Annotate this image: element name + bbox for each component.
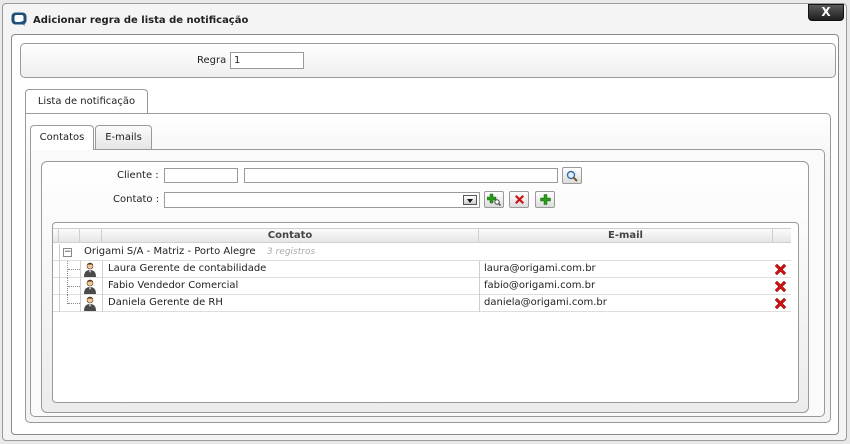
column-header-email[interactable]: E-mail: [479, 229, 773, 243]
grid-divider: [59, 244, 60, 261]
regra-label: Regra: [197, 55, 227, 66]
tab-lista-de-notificacao[interactable]: Lista de notificação: [25, 89, 148, 114]
tab-emails[interactable]: E-mails: [95, 125, 152, 150]
person-icon: [84, 279, 96, 294]
grid-divider: [102, 295, 103, 312]
contact-email: daniela@origami.com.br: [484, 297, 607, 308]
chevron-down-icon[interactable]: [463, 195, 477, 205]
main-panel: Regra 1 Lista de notificação Contatos E-…: [11, 34, 839, 435]
person-icon: [84, 296, 96, 311]
add-search-contato-button[interactable]: [484, 191, 504, 208]
delete-icon[interactable]: [774, 297, 787, 310]
grid-divider: [80, 261, 81, 278]
dialog-window: Adicionar regra de lista de notificação …: [2, 3, 847, 441]
delete-icon[interactable]: [774, 263, 787, 276]
tree-line: [68, 286, 80, 287]
grid-divider: [479, 278, 480, 295]
contatos-panel: Cliente : Contato : Contato E-mail − Ori…: [30, 149, 825, 417]
contact-email: fabio@origami.com.br: [484, 280, 596, 291]
add-contato-button[interactable]: [535, 191, 555, 208]
grid-divider: [80, 278, 81, 295]
table-row[interactable]: Daniela Gerente de RH daniela@origami.co…: [53, 295, 791, 312]
plus-icon: [539, 194, 551, 205]
group-name: Origami S/A - Matriz - Porto Alegre: [84, 246, 256, 257]
contact-name: Laura Gerente de contabilidade: [108, 263, 267, 274]
grid-divider: [80, 295, 81, 312]
cliente-code-input[interactable]: [164, 168, 238, 183]
cliente-label: Cliente :: [117, 170, 159, 181]
group-row[interactable]: − Origami S/A - Matriz - Porto Alegre 3 …: [53, 244, 791, 261]
contatos-form: Cliente : Contato : Contato E-mail − Ori…: [41, 161, 809, 413]
grid-divider: [59, 278, 60, 295]
table-row[interactable]: Fabio Vendedor Comercial fabio@origami.c…: [53, 278, 791, 295]
column-header-contato[interactable]: Contato: [102, 229, 479, 243]
remove-contato-button[interactable]: [509, 191, 529, 208]
title-bar: Adicionar regra de lista de notificação …: [3, 4, 846, 33]
tree-line: [68, 303, 80, 304]
contact-email: laura@origami.com.br: [484, 263, 596, 274]
contact-name: Daniela Gerente de RH: [108, 297, 223, 308]
header-expander-col: [59, 229, 80, 243]
grid-divider: [479, 295, 480, 312]
tree-line: [68, 269, 80, 270]
app-logo-icon: [11, 12, 27, 26]
contacts-grid: Contato E-mail − Origami S/A - Matriz - …: [52, 222, 799, 403]
add-search-icon: [487, 193, 501, 206]
collapse-icon[interactable]: −: [63, 248, 72, 257]
group-count: 3 registros: [267, 247, 316, 257]
tab-contatos[interactable]: Contatos: [30, 125, 94, 150]
table-row[interactable]: Laura Gerente de contabilidade laura@ori…: [53, 261, 791, 278]
regra-section: Regra 1: [20, 43, 836, 78]
regra-input[interactable]: 1: [230, 52, 304, 69]
delete-icon: [514, 195, 524, 204]
close-button[interactable]: X: [808, 4, 844, 21]
grid-divider: [102, 278, 103, 295]
contato-select[interactable]: [164, 192, 480, 208]
header-icon-col: [80, 229, 102, 243]
grid-header: Contato E-mail: [53, 228, 791, 243]
grid-divider: [59, 261, 60, 278]
grid-divider: [59, 295, 60, 312]
contact-name: Fabio Vendedor Comercial: [108, 280, 239, 291]
search-icon: [566, 170, 578, 182]
delete-icon[interactable]: [774, 280, 787, 293]
grid-divider: [102, 261, 103, 278]
search-button[interactable]: [562, 167, 582, 184]
person-icon: [84, 262, 96, 277]
window-title: Adicionar regra de lista de notificação: [33, 15, 249, 26]
cliente-name-input[interactable]: [244, 168, 558, 183]
grid-divider: [479, 261, 480, 278]
contato-label: Contato :: [113, 194, 160, 205]
